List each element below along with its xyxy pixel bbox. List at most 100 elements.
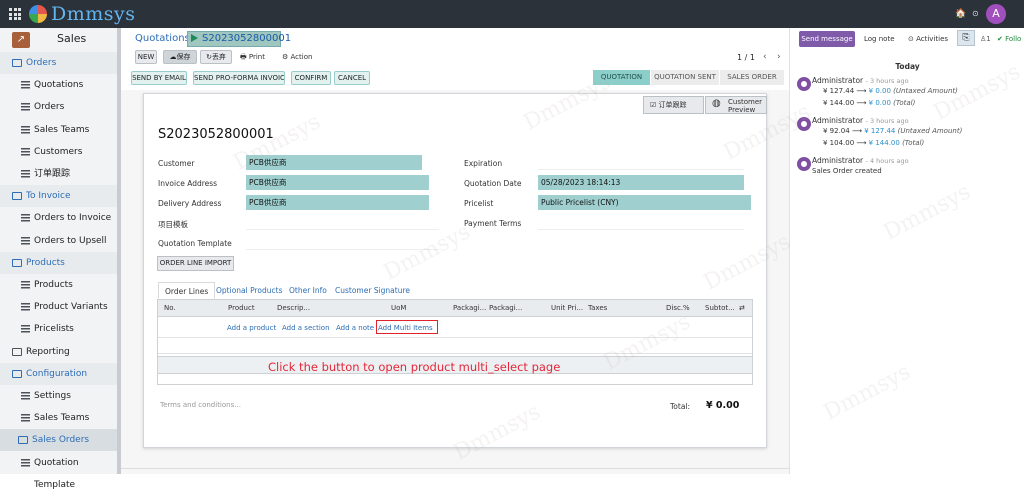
author-name[interactable]: Administrator	[812, 116, 863, 125]
author-avatar[interactable]	[797, 157, 811, 171]
group-icon	[12, 192, 22, 201]
print-button[interactable]: 🖶 Print	[240, 53, 265, 64]
sidebar-item[interactable]: Quotations	[0, 74, 117, 96]
col-taxes[interactable]: Taxes	[588, 304, 607, 312]
col-packaging-qty[interactable]: Packagi...	[453, 304, 486, 312]
author-avatar[interactable]	[797, 77, 811, 91]
activities-button[interactable]: ⊙ Activities	[908, 35, 948, 43]
log-note-button[interactable]: Log note	[864, 35, 895, 43]
list-icon	[21, 414, 30, 423]
sidebar-item[interactable]: Orders	[0, 96, 117, 118]
discard-button[interactable]: ↻丢弃	[200, 50, 232, 64]
sidebar-item[interactable]: 订单跟踪	[0, 163, 117, 185]
payment-terms-field[interactable]	[538, 215, 744, 230]
tab[interactable]: Optional Products	[216, 282, 282, 299]
quotation-date-field[interactable]: 05/28/2023 18:14:13	[538, 175, 744, 190]
pager-value[interactable]: 1 / 1	[737, 53, 755, 62]
new-button[interactable]: NEW	[135, 50, 157, 64]
tracking-line: ¥ 92.04 ⟶ ¥ 127.44 (Untaxed Amount)	[823, 127, 963, 135]
project-template-field[interactable]	[246, 215, 439, 230]
pager-prev-icon[interactable]: ‹	[763, 52, 767, 62]
pricelist-label: Pricelist	[464, 199, 494, 208]
old-value: ¥ 104.00	[823, 139, 855, 147]
status-quotation[interactable]: QUOTATION	[593, 70, 650, 85]
group-icon	[12, 347, 22, 356]
message-author: Administrator - 3 hours ago	[812, 76, 909, 85]
status-sales-order[interactable]: SALES ORDER	[720, 70, 784, 85]
sidebar-item[interactable]: Products	[0, 251, 117, 274]
terms-field[interactable]: Terms and conditions...	[160, 401, 241, 409]
pager-next-icon[interactable]: ›	[777, 52, 781, 62]
sidebar-item[interactable]: Sales Orders	[0, 429, 117, 452]
col-no[interactable]: No.	[164, 304, 176, 312]
send-by-email-button[interactable]: SEND BY EMAIL	[131, 71, 187, 85]
col-uom[interactable]: UoM	[391, 304, 406, 312]
add-multi-items-highlight	[376, 320, 438, 334]
send-message-button[interactable]: Send message	[799, 31, 855, 47]
sidebar-item[interactable]: Customers	[0, 141, 117, 163]
col-discount[interactable]: Disc.%	[666, 304, 690, 312]
home-icon[interactable]: 🏠	[955, 9, 966, 19]
confirm-button[interactable]: CONFIRM	[291, 71, 331, 85]
customer-preview-smart-button[interactable]: ◍ Customer Preview	[705, 96, 767, 114]
save-label: 保存	[176, 53, 191, 61]
add-section-link[interactable]: Add a section	[282, 324, 330, 332]
sidebar-item[interactable]: Settings	[0, 385, 117, 407]
author-avatar[interactable]	[797, 117, 811, 131]
activity-icon[interactable]: ⊙	[972, 9, 979, 18]
sidebar-item[interactable]: To Invoice	[0, 185, 117, 208]
col-unit-price[interactable]: Unit Pri...	[551, 304, 583, 312]
tab[interactable]: Customer Signature	[335, 282, 410, 299]
save-button[interactable]: ☁保存	[163, 50, 197, 64]
old-value: ¥ 144.00	[823, 99, 855, 107]
column-settings-icon[interactable]: ⇄	[739, 304, 745, 312]
invoice-address-field[interactable]: PCB供应商	[246, 175, 429, 190]
sidebar-item[interactable]: Configuration	[0, 362, 117, 385]
col-product[interactable]: Product	[228, 304, 255, 312]
sidebar-item[interactable]: Reporting	[0, 341, 117, 363]
col-subtotal[interactable]: Subtot...	[705, 304, 735, 312]
sidebar-item[interactable]: Orders to Upsell	[0, 230, 117, 252]
new-value: ¥ 144.00	[868, 139, 900, 147]
order-line-import-button[interactable]: ORDER LINE IMPORT	[157, 256, 234, 271]
breadcrumb-parent[interactable]: Quotations	[135, 33, 190, 44]
followers-button[interactable]: ♙1	[980, 35, 991, 43]
delivery-address-field[interactable]: PCB供应商	[246, 195, 429, 210]
attachment-icon[interactable]: ⎘	[957, 30, 975, 46]
add-product-link[interactable]: Add a product	[227, 324, 276, 332]
sidebar-item[interactable]: Products	[0, 274, 117, 296]
add-note-link[interactable]: Add a note	[336, 324, 374, 332]
tab[interactable]: Order Lines	[158, 282, 216, 299]
order-tracking-smart-button[interactable]: ☑ 订单跟踪	[643, 96, 704, 114]
sidebar-item-label: Sales Teams	[34, 124, 90, 135]
user-avatar[interactable]: A	[986, 4, 1006, 24]
col-description[interactable]: Descrip...	[277, 304, 310, 312]
list-icon	[21, 236, 30, 245]
sidebar-item[interactable]: Pricelists	[0, 318, 117, 340]
sidebar-item-label: Reporting	[26, 346, 70, 357]
sidebar-item[interactable]: Orders to Invoice	[0, 207, 117, 229]
status-quotation-sent[interactable]: QUOTATION SENT	[651, 70, 719, 85]
control-panel: Quotations S2023052800001 NEW ☁保存 ↻丢弃 🖶 …	[121, 28, 789, 90]
sidebar-item[interactable]: Sales Teams	[0, 407, 117, 429]
action-button[interactable]: ⚙ Action	[282, 53, 312, 61]
author-name[interactable]: Administrator	[812, 156, 863, 165]
follow-button[interactable]: ✔ Follo	[997, 35, 1021, 43]
app-menu-icon[interactable]	[9, 8, 21, 20]
cancel-button[interactable]: CANCEL	[334, 71, 370, 85]
customer-preview-label-2: Preview	[728, 106, 756, 114]
delivery-address-label: Delivery Address	[158, 199, 222, 208]
table-divider	[158, 353, 752, 354]
sidebar-item[interactable]: Orders	[0, 52, 117, 74]
customer-field[interactable]: PCB供应商	[246, 155, 422, 170]
pricelist-field[interactable]: Public Pricelist (CNY)	[538, 195, 751, 210]
quotation-template-field[interactable]	[246, 235, 439, 250]
tab[interactable]: Other Info	[289, 282, 327, 299]
expiration-field[interactable]	[538, 155, 744, 170]
send-proforma-button[interactable]: SEND PRO-FORMA INVOICE	[193, 71, 285, 85]
col-packaging[interactable]: Packagi...	[489, 304, 522, 312]
sidebar-item[interactable]: Sales Teams	[0, 119, 117, 141]
sidebar-item[interactable]: Quotation Template	[0, 452, 117, 490]
author-name[interactable]: Administrator	[812, 76, 863, 85]
sidebar-item[interactable]: Product Variants	[0, 296, 117, 318]
